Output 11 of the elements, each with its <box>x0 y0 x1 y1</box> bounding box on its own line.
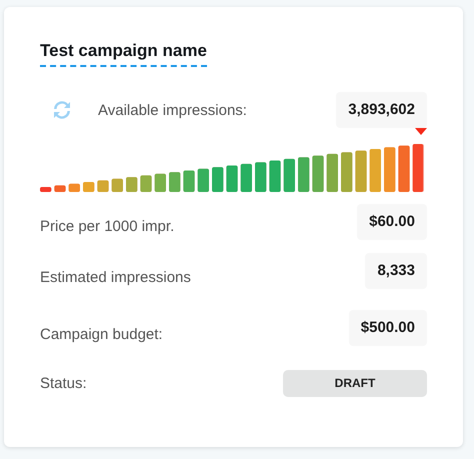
status-badge: DRAFT <box>283 370 427 397</box>
status-label: Status: <box>40 375 87 392</box>
field-value: $500.00 <box>348 310 427 346</box>
field-label: Price per 1000 impr. <box>40 218 174 234</box>
field-label: Estimated impressions <box>40 268 191 286</box>
field-label: Campaign budget: <box>40 326 163 342</box>
available-value: 3,893,602 <box>336 92 427 128</box>
field-value: 8,333 <box>365 253 427 289</box>
available-label: Available impressions: <box>98 102 247 118</box>
field-value: $60.00 <box>357 204 427 240</box>
campaign-title: Test campaign name <box>40 41 207 67</box>
